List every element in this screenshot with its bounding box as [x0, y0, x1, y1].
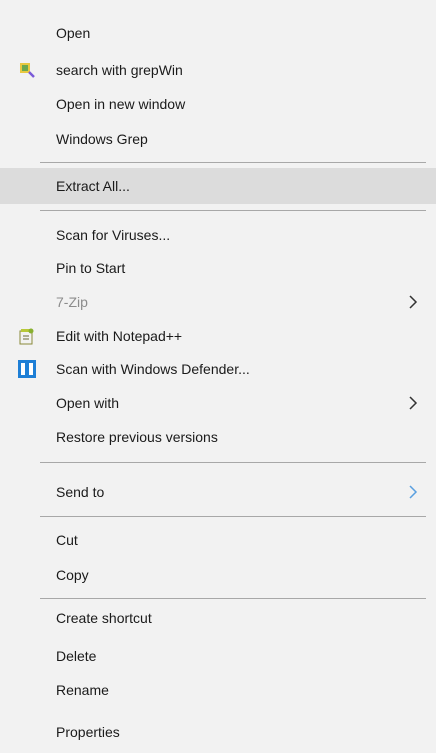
- menu-item-label: Send to: [56, 484, 105, 500]
- grepwin-icon: [18, 61, 36, 79]
- menu-item-open-with[interactable]: Open with: [0, 387, 436, 419]
- menu-item-label: Rename: [56, 682, 109, 698]
- menu-item-search-with-grepwin[interactable]: search with grepWin: [0, 54, 436, 86]
- menu-item-pin-to-start[interactable]: Pin to Start: [0, 252, 436, 284]
- menu-separator: [40, 162, 426, 163]
- menu-item-label: Pin to Start: [56, 260, 126, 276]
- menu-item-label: Extract All...: [56, 178, 130, 194]
- menu-item-create-shortcut[interactable]: Create shortcut: [0, 602, 436, 634]
- context-menu: Open search with grepWin Open in new win…: [0, 0, 436, 753]
- menu-item-label: Create shortcut: [56, 610, 152, 626]
- windows-defender-icon: [18, 360, 36, 378]
- menu-item-edit-with-notepadpp[interactable]: Edit with Notepad++: [0, 320, 436, 352]
- menu-item-properties[interactable]: Properties: [0, 716, 436, 748]
- menu-item-label: 7-Zip: [56, 294, 88, 310]
- menu-item-label: Windows Grep: [56, 131, 148, 147]
- menu-item-send-to[interactable]: Send to: [0, 476, 436, 508]
- notepadpp-icon: [18, 327, 36, 345]
- menu-item-label: Restore previous versions: [56, 429, 218, 445]
- menu-item-windows-grep[interactable]: Windows Grep: [0, 123, 436, 155]
- menu-item-label: Cut: [56, 532, 78, 548]
- chevron-right-icon: [408, 395, 418, 411]
- menu-item-scan-for-viruses[interactable]: Scan for Viruses...: [0, 219, 436, 251]
- menu-item-scan-with-windows-defender[interactable]: Scan with Windows Defender...: [0, 353, 436, 385]
- chevron-right-icon: [408, 294, 418, 310]
- chevron-right-icon: [408, 484, 418, 500]
- menu-item-extract-all[interactable]: Extract All...: [0, 168, 436, 204]
- menu-item-label: Scan for Viruses...: [56, 227, 171, 243]
- menu-item-copy[interactable]: Copy: [0, 559, 436, 591]
- menu-item-label: Delete: [56, 648, 97, 664]
- menu-item-open[interactable]: Open: [0, 17, 436, 49]
- menu-item-label: Open with: [56, 395, 120, 411]
- menu-item-label: Open in new window: [56, 96, 186, 112]
- menu-item-label: Copy: [56, 567, 89, 583]
- menu-separator: [40, 516, 426, 517]
- menu-item-label: Edit with Notepad++: [56, 328, 183, 344]
- menu-item-7zip[interactable]: 7-Zip: [0, 286, 436, 318]
- menu-item-label: Scan with Windows Defender...: [56, 361, 250, 377]
- menu-item-label: search with grepWin: [56, 62, 183, 78]
- menu-item-cut[interactable]: Cut: [0, 524, 436, 556]
- menu-separator: [40, 598, 426, 599]
- menu-item-label: Open: [56, 25, 91, 41]
- menu-item-label: Properties: [56, 724, 120, 740]
- menu-separator: [40, 210, 426, 211]
- menu-item-open-in-new-window[interactable]: Open in new window: [0, 88, 436, 120]
- menu-item-restore-previous-versions[interactable]: Restore previous versions: [0, 421, 436, 453]
- menu-item-rename[interactable]: Rename: [0, 674, 436, 706]
- menu-separator: [40, 462, 426, 463]
- menu-item-delete[interactable]: Delete: [0, 640, 436, 672]
